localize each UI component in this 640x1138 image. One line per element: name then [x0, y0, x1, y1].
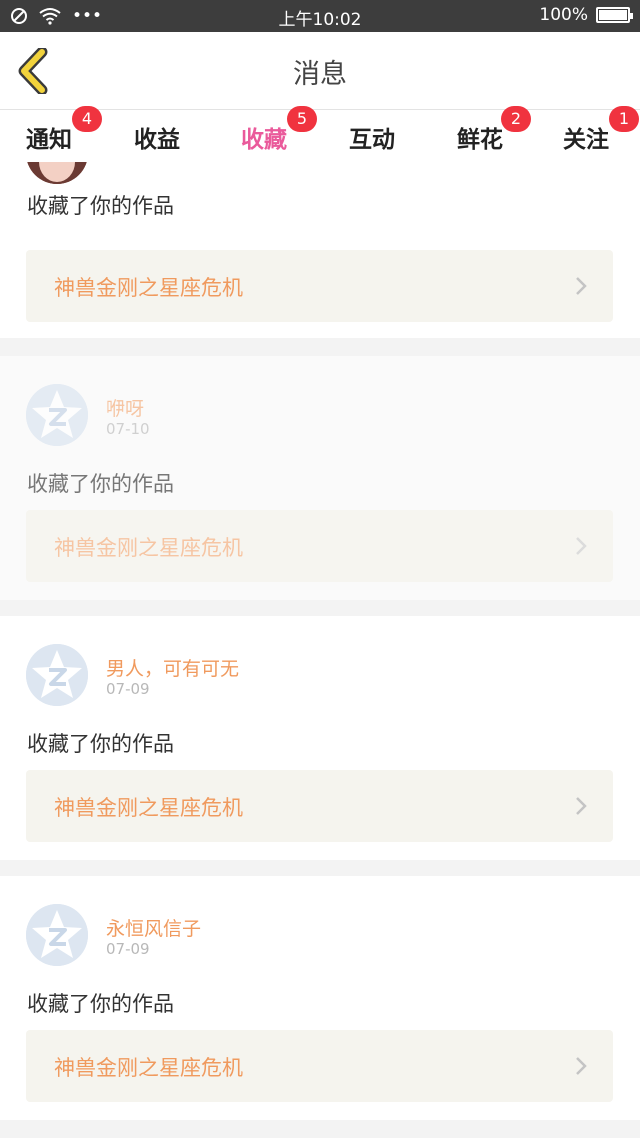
chevron-right-icon: [576, 277, 587, 295]
message-date: 07-09: [106, 940, 150, 958]
header-bar: 消息: [0, 32, 640, 110]
message-text: 收藏了你的作品: [27, 194, 174, 218]
battery-icon: [596, 7, 633, 23]
list-item[interactable]: 男人，可有可无 07-09 收藏了你的作品 神兽金刚之星座危机: [0, 616, 640, 860]
status-bar: ••• 上午10:02 100%: [0, 0, 640, 32]
default-avatar-icon: [26, 904, 88, 966]
battery-percent: 100%: [539, 5, 588, 25]
message-text: 收藏了你的作品: [27, 732, 174, 756]
username[interactable]: 男人，可有可无: [106, 654, 239, 681]
unread-badge: 1: [609, 106, 639, 132]
chevron-right-icon: [576, 1057, 587, 1075]
tab-follows[interactable]: 关注 1: [563, 106, 639, 154]
avatar[interactable]: [26, 384, 88, 446]
tab-flowers[interactable]: 鲜花 2: [457, 106, 531, 154]
chevron-right-icon: [576, 797, 587, 815]
status-icons-right: 100%: [539, 5, 633, 25]
username[interactable]: 永恒风信子: [106, 914, 201, 941]
tab-favorites[interactable]: 收藏 5: [241, 106, 317, 166]
work-link[interactable]: 神兽金刚之星座危机: [26, 510, 613, 582]
message-text: 收藏了你的作品: [27, 472, 174, 496]
work-title: 神兽金刚之星座危机: [54, 276, 243, 300]
chevron-right-icon: [576, 537, 587, 555]
work-title: 神兽金刚之星座危机: [54, 796, 243, 820]
work-link[interactable]: 神兽金刚之星座危机: [26, 1030, 613, 1102]
tab-label: 鲜花: [457, 127, 503, 153]
list-item[interactable]: 永恒风信子 07-09 收藏了你的作品 神兽金刚之星座危机: [0, 876, 640, 1120]
message-date: 07-10: [106, 420, 150, 438]
avatar[interactable]: [26, 904, 88, 966]
page-title: 消息: [293, 59, 347, 90]
list-item[interactable]: 咿呀 07-10 收藏了你的作品 神兽金刚之星座危机: [0, 356, 640, 600]
message-list: 07-10 收藏了你的作品 神兽金刚之星座危机 咿呀 07-10 收藏了你的作品…: [0, 162, 640, 1138]
tab-label: 通知: [26, 127, 72, 153]
unread-badge: 5: [287, 106, 317, 132]
message-date: 07-09: [106, 680, 150, 698]
work-title: 神兽金刚之星座危机: [54, 1056, 243, 1080]
tab-earnings[interactable]: 收益: [134, 120, 180, 154]
message-text: 收藏了你的作品: [27, 992, 174, 1016]
tab-label: 收益: [134, 127, 180, 153]
unread-badge: 2: [501, 106, 531, 132]
tab-label: 互动: [349, 127, 395, 153]
tab-label: 收藏: [241, 127, 287, 153]
avatar[interactable]: [26, 162, 88, 184]
username[interactable]: 咿呀: [106, 394, 144, 421]
list-item[interactable]: 07-10 收藏了你的作品 神兽金刚之星座危机: [0, 162, 640, 338]
tab-label: 关注: [563, 127, 609, 153]
work-link[interactable]: 神兽金刚之星座危机: [26, 250, 613, 322]
default-avatar-icon: [26, 644, 88, 706]
work-title: 神兽金刚之星座危机: [54, 536, 243, 560]
tab-interactions[interactable]: 互动: [349, 120, 395, 154]
avatar[interactable]: [26, 644, 88, 706]
tab-notifications[interactable]: 通知 4: [26, 106, 102, 154]
tab-bar: 通知 4 收益 收藏 5 互动 鲜花 2 关注 1: [0, 106, 640, 166]
work-link[interactable]: 神兽金刚之星座危机: [26, 770, 613, 842]
unread-badge: 4: [72, 106, 102, 132]
default-avatar-icon: [26, 384, 88, 446]
user-photo-icon: [26, 162, 88, 184]
